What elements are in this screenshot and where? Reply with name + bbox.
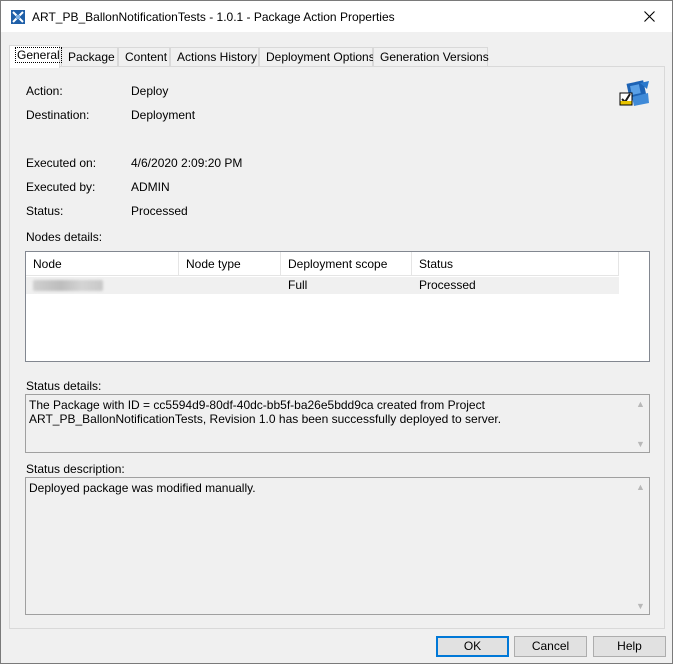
status-description-label: Status description: — [26, 462, 125, 476]
destination-label: Destination: — [26, 108, 90, 122]
status-details-label: Status details: — [26, 379, 102, 393]
nodes-details-table[interactable]: Node Node type Deployment scope Status F… — [25, 251, 650, 362]
column-header-node-type[interactable]: Node type — [179, 252, 281, 276]
cell-node-type — [179, 277, 281, 294]
column-header-node[interactable]: Node — [26, 252, 179, 276]
scroll-down-icon[interactable]: ▼ — [633, 436, 648, 451]
tab-actions-history-label: Actions History — [177, 50, 258, 64]
tab-general-label: General — [15, 47, 62, 63]
close-button[interactable] — [626, 1, 672, 32]
executed-by-value: ADMIN — [131, 180, 170, 194]
cancel-button[interactable]: Cancel — [514, 636, 587, 657]
title-bar[interactable]: ART_PB_BallonNotificationTests - 1.0.1 -… — [1, 1, 672, 32]
status-details-scrollbar[interactable]: ▲ ▼ — [633, 396, 648, 451]
cell-node — [26, 277, 179, 294]
executed-on-label: Executed on: — [26, 156, 97, 170]
tab-deployment-options-label: Deployment Options — [266, 50, 375, 64]
status-description-textbox[interactable]: Deployed package was modified manually. … — [25, 477, 650, 615]
executed-on-value: 4/6/2020 2:09:20 PM — [131, 156, 243, 170]
scroll-up-icon[interactable]: ▲ — [633, 396, 648, 411]
status-label: Status: — [26, 204, 64, 218]
status-details-text: The Package with ID = cc5594d9-80df-40dc… — [29, 398, 502, 426]
package-deploy-icon — [619, 80, 649, 106]
scroll-up-icon[interactable]: ▲ — [633, 479, 648, 494]
package-properties-icon — [11, 10, 25, 24]
tab-actions-history[interactable]: Actions History — [170, 47, 259, 67]
tab-content[interactable]: Content — [118, 47, 170, 67]
close-icon — [643, 11, 655, 22]
executed-by-label: Executed by: — [26, 180, 96, 194]
destination-value: Deployment — [131, 108, 196, 122]
general-tab-panel: Action: Deploy Destination: Deployment E… — [9, 66, 665, 629]
tab-package[interactable]: Package — [61, 47, 118, 67]
tab-package-label: Package — [68, 50, 115, 64]
window-title: ART_PB_BallonNotificationTests - 1.0.1 -… — [32, 10, 395, 24]
nodes-details-label: Nodes details: — [26, 230, 103, 244]
table-header: Node Node type Deployment scope Status — [26, 252, 619, 276]
tab-general[interactable]: General — [9, 45, 62, 68]
cell-status: Processed — [419, 278, 476, 292]
column-header-status[interactable]: Status — [412, 252, 619, 276]
cell-deployment-scope: Full — [288, 278, 308, 292]
action-label: Action: — [26, 84, 63, 98]
status-details-textbox[interactable]: The Package with ID = cc5594d9-80df-40dc… — [25, 394, 650, 453]
redacted-node-name — [33, 280, 103, 291]
help-button[interactable]: Help — [593, 636, 666, 657]
tab-deployment-options[interactable]: Deployment Options — [259, 47, 375, 67]
ok-button[interactable]: OK — [436, 636, 509, 657]
tab-content-label: Content — [125, 50, 168, 64]
column-header-deployment-scope[interactable]: Deployment scope — [281, 252, 412, 276]
status-description-text: Deployed package was modified manually. — [29, 481, 256, 495]
tab-generation-versions-label: Generation Versions — [380, 50, 489, 64]
action-value: Deploy — [131, 84, 169, 98]
scroll-down-icon[interactable]: ▼ — [633, 598, 648, 613]
status-description-scrollbar[interactable]: ▲ ▼ — [633, 479, 648, 613]
package-action-properties-window: ART_PB_BallonNotificationTests - 1.0.1 -… — [0, 0, 673, 664]
tab-generation-versions[interactable]: Generation Versions — [373, 47, 489, 67]
table-row[interactable]: Full Processed — [26, 277, 619, 294]
status-value: Processed — [131, 204, 188, 218]
